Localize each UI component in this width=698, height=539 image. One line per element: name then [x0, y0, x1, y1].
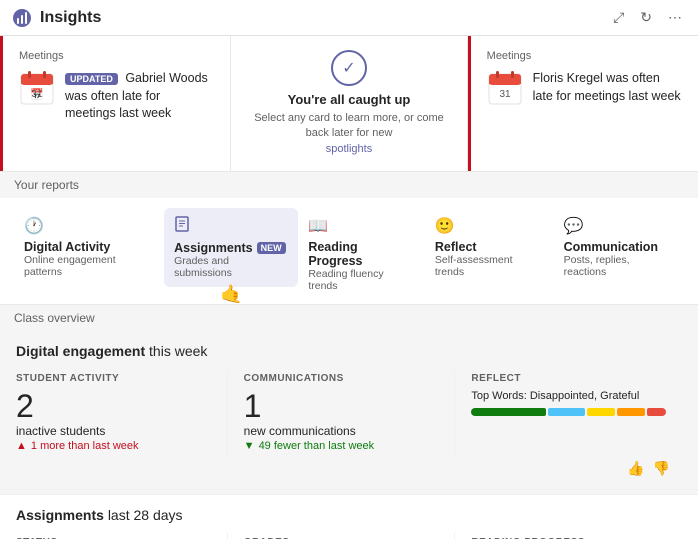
spotlight-label-3: Meetings	[487, 50, 682, 62]
spotlights-link[interactable]: spotlights	[326, 143, 372, 155]
reports-tabs: 🕐 Digital Activity Online engagement pat…	[14, 208, 684, 300]
student-activity-value: 2	[16, 390, 211, 422]
tab-sub-communication: Posts, replies, reactions	[564, 254, 668, 278]
spotlight-card-1[interactable]: Meetings 📅 31 UP	[0, 36, 231, 171]
tab-communication[interactable]: 💬 Communication Posts, replies, reaction…	[554, 208, 684, 286]
reading-progress-block: READING PROGRESS 83 average accuracy rat…	[471, 533, 682, 539]
digital-section-footer: 👍 👎	[16, 456, 682, 483]
tab-digital-activity[interactable]: 🕐 Digital Activity Online engagement pat…	[14, 208, 164, 286]
thumbs-down-icon-digital[interactable]: 👎	[653, 460, 670, 477]
main-content: Meetings 📅 31 UP	[0, 36, 698, 539]
reflect-block: REFLECT Top Words: Disappointed, Gratefu…	[471, 369, 682, 456]
calendar-icon-3: 31	[487, 70, 523, 109]
tab-title-assignments: Assignments NEW	[174, 241, 286, 255]
tab-title-reflect: Reflect	[435, 240, 477, 254]
digital-engagement-title: Digital engagement this week	[16, 343, 682, 359]
spotlight-card-3[interactable]: Meetings 31 Floris Kregel was often late…	[468, 36, 698, 171]
tab-sub-digital: Online engagement patterns	[24, 254, 148, 278]
header-left: Insights	[12, 8, 101, 28]
spotlight-text-3: Floris Kregel was often late for meeting…	[533, 70, 682, 105]
digital-metrics-row: STUDENT ACTIVITY 2 inactive students 1 m…	[16, 369, 682, 456]
clock-icon: 🕐	[24, 216, 44, 236]
student-activity-change: 1 more than last week	[16, 440, 211, 452]
tab-title-communication: Communication	[564, 240, 658, 254]
spotlight-label-1: Meetings	[19, 50, 214, 62]
assignments-icon	[174, 216, 190, 237]
updated-badge: UPDATED	[65, 73, 118, 85]
student-activity-desc: inactive students	[16, 424, 211, 438]
bar-orange	[617, 408, 645, 416]
new-badge: NEW	[257, 242, 286, 254]
cursor-hand-icon: 🤙	[220, 284, 242, 305]
insights-logo-icon	[12, 8, 32, 28]
caught-up-sub: Select any card to learn more, or come b…	[251, 111, 446, 157]
page-title: Insights	[40, 9, 101, 27]
spotlight-section: Meetings 📅 31 UP	[0, 36, 698, 172]
emotion-bar	[471, 408, 666, 416]
spotlight-text-1: UPDATED Gabriel Woods was often late for…	[65, 70, 214, 123]
expand-button[interactable]: ⤢	[609, 7, 628, 28]
communications-desc: new communications	[244, 424, 439, 438]
spotlight-content-3: 31 Floris Kregel was often late for meet…	[487, 70, 682, 109]
tab-reflect[interactable]: 🙂 Reflect Self-assessment trends	[425, 208, 554, 286]
thumbs-up-icon-digital[interactable]: 👍	[627, 460, 644, 477]
grades-block: GRADES 81 average grade	[244, 533, 456, 539]
reflect-words: Top Words: Disappointed, Grateful	[471, 390, 666, 402]
tab-sub-assignments: Grades and submissions	[174, 255, 282, 279]
student-activity-label: STUDENT ACTIVITY	[16, 373, 211, 384]
status-block: STATUS 5 missed submissions 4 more than …	[16, 533, 228, 539]
calendar-icon-1: 📅 31	[19, 70, 55, 109]
communications-block: COMMUNICATIONS 1 new communications 49 f…	[244, 369, 456, 456]
refresh-button[interactable]: ↻	[636, 7, 656, 28]
tab-title-reading: Reading Progress	[308, 240, 409, 268]
bar-red	[647, 408, 666, 416]
digital-engagement-section: Digital engagement this week STUDENT ACT…	[0, 331, 698, 490]
student-activity-block: STUDENT ACTIVITY 2 inactive students 1 m…	[16, 369, 228, 456]
more-button[interactable]: ⋯	[664, 7, 686, 28]
spotlight-content-1: 📅 31 UPDATED Gabriel Woods was often lat…	[19, 70, 214, 123]
assignments-title: Assignments last 28 days	[16, 507, 682, 523]
bar-yellow	[587, 408, 615, 416]
tab-sub-reflect: Self-assessment trends	[435, 254, 538, 278]
checkmark-circle: ✓	[331, 50, 367, 86]
check-icon: ✓	[342, 58, 355, 78]
assignments-section: Assignments last 28 days STATUS 5 missed…	[0, 494, 698, 539]
spotlight-card-center[interactable]: ✓ You're all caught up Select any card t…	[231, 36, 467, 171]
header-actions: ⤢ ↻ ⋯	[609, 7, 686, 28]
app-header: Insights ⤢ ↻ ⋯	[0, 0, 698, 36]
chat-icon: 💬	[564, 216, 584, 236]
assignments-metrics-row: STATUS 5 missed submissions 4 more than …	[16, 533, 682, 539]
communications-change: 49 fewer than last week	[244, 440, 439, 452]
caught-up-title: You're all caught up	[288, 92, 411, 107]
tab-sub-reading: Reading fluency trends	[308, 268, 409, 292]
spotlight-cards: Meetings 📅 31 UP	[0, 36, 698, 171]
tab-assignments[interactable]: Assignments NEW Grades and submissions 🤙	[164, 208, 298, 287]
your-reports-label: Your reports	[0, 172, 698, 198]
reflect-icon: 🙂	[435, 216, 455, 236]
communications-label: COMMUNICATIONS	[244, 373, 439, 384]
tab-title-digital: Digital Activity	[24, 240, 110, 254]
book-icon: 📖	[308, 216, 328, 236]
communications-value: 1	[244, 390, 439, 422]
bar-green	[471, 408, 546, 416]
svg-text:31: 31	[499, 89, 511, 100]
reflect-label: REFLECT	[471, 373, 666, 384]
class-overview-label: Class overview	[0, 305, 698, 331]
reports-section: 🕐 Digital Activity Online engagement pat…	[0, 198, 698, 305]
svg-text:31: 31	[31, 89, 43, 100]
bar-blue	[548, 408, 585, 416]
tab-reading-progress[interactable]: 📖 Reading Progress Reading fluency trend…	[298, 208, 425, 300]
